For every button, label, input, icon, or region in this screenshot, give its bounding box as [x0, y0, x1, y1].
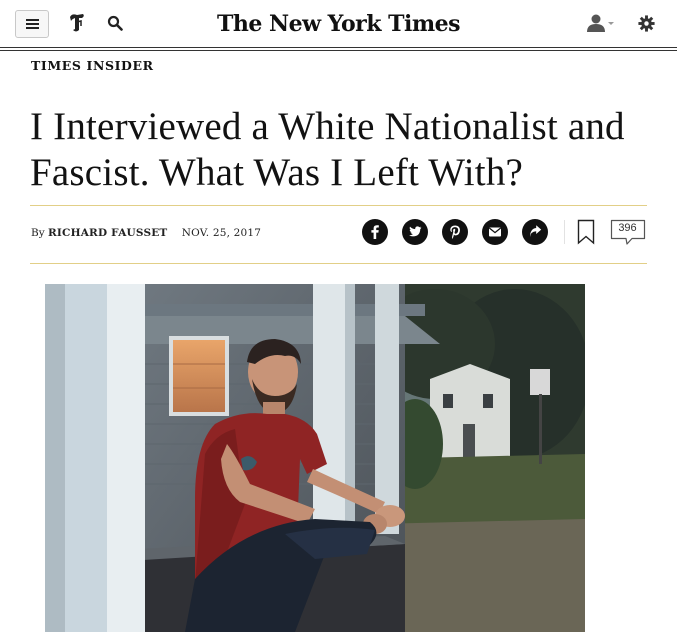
share-more-button[interactable]: [522, 219, 548, 245]
search-icon[interactable]: [107, 15, 123, 31]
byline-author[interactable]: RICHARD FAUSSET: [48, 227, 167, 239]
share-facebook-button[interactable]: [362, 219, 388, 245]
section-kicker[interactable]: TIMES INSIDER: [31, 58, 154, 73]
byline: By RICHARD FAUSSET NOV. 25, 2017: [31, 227, 261, 239]
lead-photo-image: [45, 284, 585, 632]
email-icon: [488, 227, 502, 237]
byline-top-rule: [30, 205, 647, 206]
byline-bottom-rule: [30, 263, 647, 264]
pinterest-icon: [450, 225, 460, 239]
masthead: The New York Times: [0, 0, 677, 51]
byline-prefix: By: [31, 227, 45, 239]
facebook-icon: [371, 225, 379, 239]
nyt-wordmark[interactable]: The New York Times: [200, 8, 477, 40]
lead-photo[interactable]: [45, 284, 585, 632]
gear-icon[interactable]: [638, 15, 655, 32]
share-icon: [530, 225, 542, 237]
account-icon[interactable]: [585, 13, 615, 33]
twitter-icon: [409, 226, 422, 237]
article-headline: I Interviewed a White Nationalist and Fa…: [30, 105, 625, 194]
menu-button[interactable]: [15, 10, 49, 38]
hamburger-menu-icon: [26, 19, 39, 21]
nyt-t-logo[interactable]: [68, 12, 86, 34]
share-email-button[interactable]: [482, 219, 508, 245]
hamburger-menu-icon-bar: [26, 23, 39, 25]
hamburger-menu-icon-bar: [26, 27, 39, 29]
share-divider: [564, 220, 565, 244]
article-page: The New York Times TIMES INSIDER I Inter: [0, 0, 677, 640]
share-pinterest-button[interactable]: [442, 219, 468, 245]
comment-count: 396: [618, 222, 637, 234]
byline-date: NOV. 25, 2017: [181, 227, 262, 239]
share-twitter-button[interactable]: [402, 219, 428, 245]
comments-button[interactable]: 396: [610, 219, 646, 247]
bookmark-icon[interactable]: [577, 219, 595, 245]
